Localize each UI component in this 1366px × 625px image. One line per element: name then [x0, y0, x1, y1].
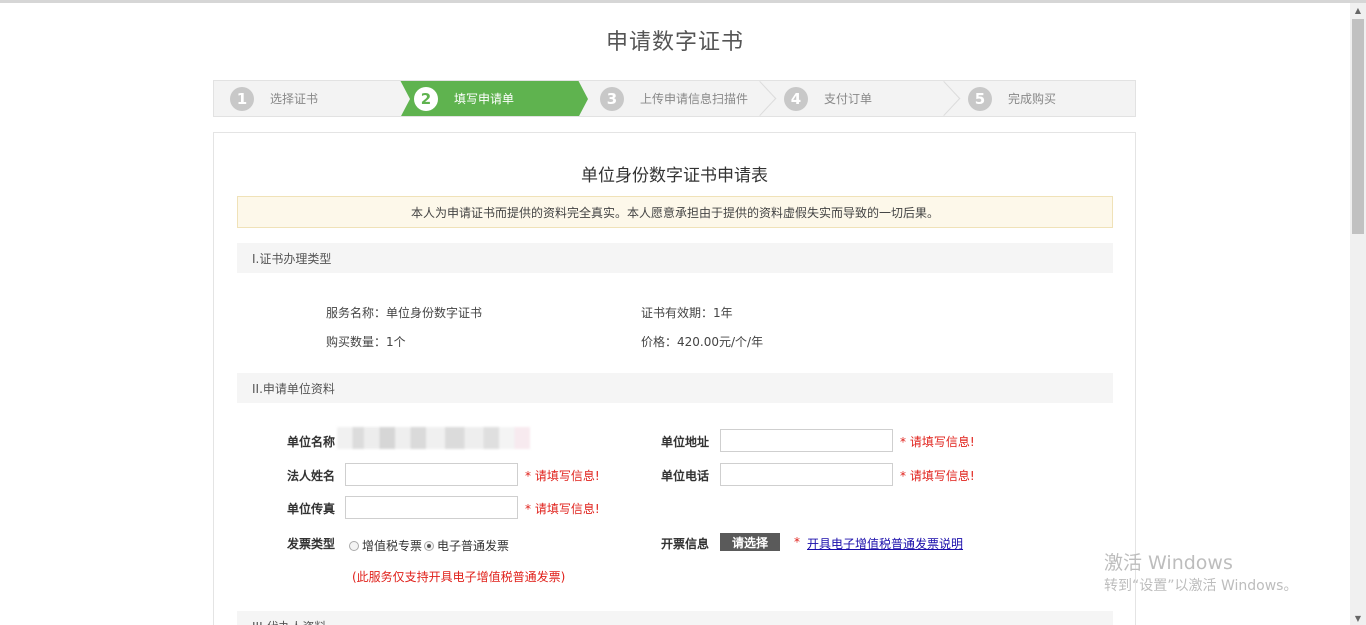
- windows-activation-subtitle: 转到“设置”以激活 Windows。: [1104, 578, 1298, 594]
- application-form-panel: 单位身份数字证书申请表 本人为申请证书而提供的资料完全真实。本人愿意承担由于提供…: [213, 132, 1136, 625]
- price: 价格：420.00元/个/年: [641, 335, 764, 349]
- org-address-input[interactable]: [720, 429, 893, 452]
- step-number: 2: [414, 86, 438, 111]
- scroll-up-arrow-icon[interactable]: ▲: [1350, 3, 1366, 17]
- invoice-note: (此服务仅支持开具电子增值税普通发票): [352, 570, 566, 584]
- page-title: 申请数字证书: [605, 30, 744, 55]
- scroll-down-arrow-icon[interactable]: ▼: [1350, 611, 1366, 625]
- org-fax-input[interactable]: [345, 496, 518, 519]
- invoice-instructions-link[interactable]: 开具电子增值税普通发票说明: [807, 535, 963, 552]
- invoice-info-label: 开票信息: [661, 537, 710, 551]
- radio-label: 电子普通发票: [437, 539, 510, 553]
- declaration-notice: 本人为申请证书而提供的资料完全真实。本人愿意承担由于提供的资料虚假失实而导致的一…: [237, 196, 1113, 228]
- invoice-info-asterisk: *: [794, 535, 800, 549]
- scroll-thumb[interactable]: [1352, 19, 1364, 234]
- legal-name-input[interactable]: [345, 463, 518, 486]
- step-3: 3 上传申请信息扫描件: [588, 81, 763, 116]
- radio-label: 增值税专票: [362, 539, 423, 553]
- section-agent-info-header: III.代办人资料: [237, 611, 1113, 625]
- cert-validity: 证书有效期：1年: [641, 306, 733, 320]
- step-2: 2 填写申请单: [400, 81, 578, 116]
- invoice-type-label: 发票类型: [287, 537, 336, 551]
- section-cert-type-header: I.证书办理类型: [237, 243, 1113, 273]
- service-name: 服务名称：单位身份数字证书: [326, 306, 483, 320]
- step-5: 5 完成购买: [956, 81, 1135, 116]
- windows-activation-title: 激活 Windows: [1104, 552, 1233, 574]
- org-address-required-msg: * 请填写信息!: [900, 435, 975, 449]
- step-number: 3: [600, 86, 624, 111]
- step-4: 4 支付订单: [772, 81, 952, 116]
- org-phone-label: 单位电话: [661, 469, 710, 483]
- invoice-option-electronic[interactable]: 电子普通发票: [424, 537, 509, 554]
- step-label: 上传申请信息扫描件: [640, 92, 749, 106]
- org-fax-label: 单位传真: [287, 502, 336, 516]
- step-label: 选择证书: [270, 92, 319, 106]
- radio-button[interactable]: [349, 540, 359, 551]
- legal-name-required-msg: * 请填写信息!: [525, 469, 600, 483]
- step-arrow: [578, 81, 588, 116]
- form-title: 单位身份数字证书申请表: [581, 166, 768, 186]
- top-border: [0, 0, 1366, 3]
- step-1: 1 选择证书: [214, 81, 400, 116]
- invoice-option-vat-special[interactable]: 增值税专票: [349, 537, 422, 554]
- step-label: 支付订单: [824, 92, 873, 106]
- step-label: 填写申请单: [454, 92, 515, 106]
- org-phone-input[interactable]: [720, 463, 893, 486]
- org-phone-required-msg: * 请填写信息!: [900, 469, 975, 483]
- org-address-label: 单位地址: [661, 435, 710, 449]
- org-name-label: 单位名称: [287, 435, 336, 449]
- step-number: 4: [784, 86, 808, 111]
- org-fax-required-msg: * 请填写信息!: [525, 502, 600, 516]
- step-notch: [400, 81, 410, 116]
- step-number: 1: [230, 86, 254, 111]
- legal-name-label: 法人姓名: [287, 469, 336, 483]
- step-label: 完成购买: [1008, 92, 1057, 106]
- choose-invoice-button[interactable]: 请选择: [720, 533, 780, 551]
- step-indicator: 1 选择证书 2 填写申请单 3 上传申请信息扫描件 4 支付订单 5 完成购买: [213, 80, 1136, 117]
- vertical-scrollbar[interactable]: ▲ ▼: [1350, 3, 1366, 625]
- purchase-quantity: 购买数量：1个: [326, 335, 406, 349]
- radio-button-selected[interactable]: [424, 540, 434, 551]
- step-number: 5: [968, 86, 992, 111]
- org-name-value-redacted: [337, 427, 530, 449]
- section-org-info-header: II.申请单位资料: [237, 373, 1113, 403]
